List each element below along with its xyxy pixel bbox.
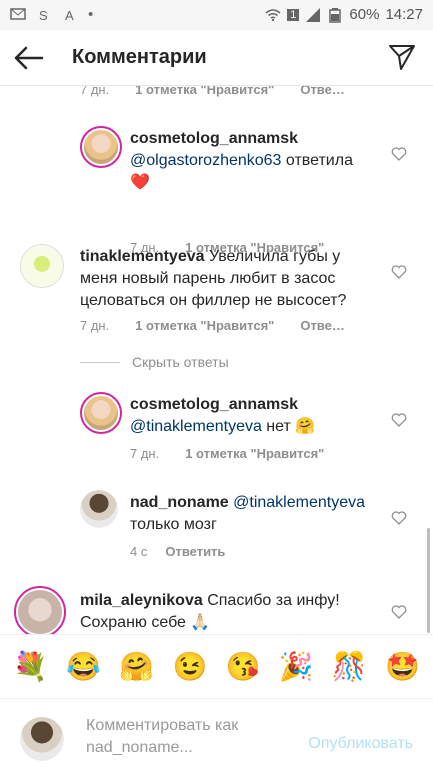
reply-button[interactable]: Ответить <box>165 544 225 559</box>
comment-username[interactable]: mila_aleynikova <box>80 592 203 609</box>
direct-send-icon[interactable] <box>387 42 417 72</box>
avatar[interactable] <box>80 490 118 528</box>
comment-list[interactable]: 7 дн. 1 отметка "Нравится" Отве… cosmeto… <box>0 86 433 634</box>
wifi-icon <box>265 8 281 21</box>
comment-input[interactable]: Комментировать как nad_noname... <box>86 715 286 759</box>
emoji-kiss[interactable]: 😘 <box>226 652 261 681</box>
clock: 14:27 <box>385 6 423 23</box>
svg-text:S: S <box>39 8 48 23</box>
emoji-hug[interactable]: 🤗 <box>119 652 154 681</box>
hide-replies-toggle[interactable]: Скрыть ответы <box>80 354 229 370</box>
emoji-star-struck[interactable]: 🤩 <box>385 652 420 681</box>
comment-time: 7 дн. <box>80 318 110 333</box>
heart-emoji: ❤️ <box>130 174 150 191</box>
mention-link[interactable]: @olgastorozhenko63 <box>130 152 281 169</box>
current-user-avatar <box>20 717 64 761</box>
post-button[interactable]: Опубликовать <box>308 735 413 753</box>
message-icon <box>10 7 26 20</box>
like-heart-icon[interactable] <box>391 146 407 162</box>
comment-username[interactable]: cosmetolog_annamsk <box>130 396 298 413</box>
mention-link[interactable]: @tinaklementyeva <box>233 494 365 511</box>
emoji-joy[interactable]: 😂 <box>66 652 101 681</box>
comment-text: ответила <box>281 152 353 169</box>
emoji-bouquet[interactable]: 💐 <box>13 652 48 681</box>
comment-username[interactable]: cosmetolog_annamsk <box>130 130 298 147</box>
signal-icon <box>306 7 321 22</box>
notification-a-icon: A <box>65 8 74 23</box>
avatar[interactable] <box>80 126 122 168</box>
avatar[interactable] <box>20 244 64 288</box>
emoji-quick-bar: 💐 😂 🤗 😉 😘 🎉 🎊 🤩 <box>0 634 433 698</box>
reply-button[interactable]: Отве… <box>300 86 345 97</box>
avatar[interactable] <box>14 586 66 634</box>
sim-badge: 1 <box>287 8 300 21</box>
more-dots-icon: • <box>88 6 94 23</box>
like-heart-icon[interactable] <box>391 412 407 428</box>
emoji-party-popper[interactable]: 🎉 <box>279 652 314 681</box>
status-bar: S A • 1 60% 14:27 <box>0 0 433 30</box>
scrollbar[interactable] <box>427 528 430 633</box>
pray-emoji: 🙏🏻 <box>190 614 211 631</box>
emoji-wink[interactable]: 😉 <box>173 652 208 681</box>
hug-emoji: 🤗 <box>295 418 316 435</box>
mention-link[interactable]: @tinaklementyeva <box>130 418 262 435</box>
avatar[interactable] <box>80 392 122 434</box>
like-heart-icon[interactable] <box>391 604 407 620</box>
header: Комментарии <box>0 30 433 86</box>
comment-username[interactable]: tinaklementyeva <box>80 248 205 265</box>
comment-composer: Комментировать как nad_noname... Опублик… <box>0 698 433 770</box>
reply-button[interactable]: Отве… <box>300 318 345 333</box>
like-heart-icon[interactable] <box>391 264 407 280</box>
comment-username[interactable]: nad_noname <box>130 494 229 511</box>
page-title: Комментарии <box>72 46 207 68</box>
likes-count[interactable]: 1 отметка "Нравится" <box>185 446 324 461</box>
back-arrow-icon[interactable] <box>12 42 44 74</box>
battery-icon <box>329 7 342 23</box>
comment-time: 7 дн. <box>80 86 110 97</box>
comment-text: нет <box>261 418 291 435</box>
comment-time: 4 с <box>130 544 148 559</box>
hide-replies-label: Скрыть ответы <box>132 354 229 370</box>
likes-count[interactable]: 1 отметка "Нравится" <box>135 86 274 97</box>
notification-s-icon: S <box>39 8 48 23</box>
likes-count[interactable]: 1 отметка "Нравится" <box>135 318 274 333</box>
svg-text:A: A <box>65 8 74 23</box>
comment-text: только мозг <box>130 516 217 533</box>
comment-time: 7 дн. <box>130 446 160 461</box>
battery-level: 60% <box>349 6 380 23</box>
like-heart-icon[interactable] <box>391 510 407 526</box>
divider <box>80 361 120 363</box>
emoji-confetti[interactable]: 🎊 <box>332 652 367 681</box>
